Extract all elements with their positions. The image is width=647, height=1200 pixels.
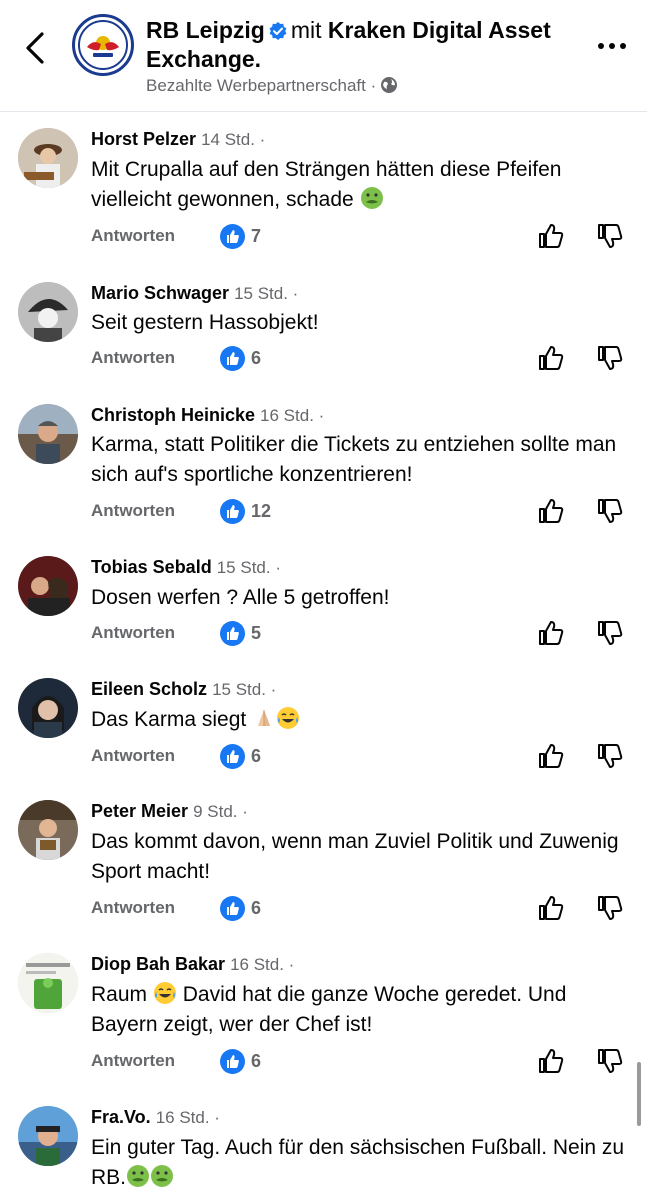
comment-author[interactable]: Fra.Vo. 16 Std. · [91,1107,220,1128]
thumbs-up-icon[interactable] [537,222,565,250]
avatar[interactable] [18,678,78,738]
thumbs-down-icon[interactable] [596,344,624,372]
comment-time: 16 Std. · [260,406,325,425]
thumbs-up-icon[interactable] [537,497,565,525]
folded-hands-emoji-icon [258,710,271,726]
like-count: 6 [251,1051,262,1071]
comment-text: Das kommt davon, wenn man Zuviel Politik… [91,830,619,883]
reply-button[interactable]: Antworten [91,746,175,766]
thumbs-down-icon[interactable] [596,619,624,647]
comment-author[interactable]: Tobias Sebald 15 Std. · [91,557,281,578]
sponsored-text: Bezahlte Werbepartnerschaft · [146,76,377,95]
reply-button[interactable]: Antworten [91,1051,175,1071]
thumbs-up-icon[interactable] [537,344,565,372]
like-count: 5 [251,623,262,643]
comment-text: Dosen werfen ? Alle 5 getroffen! [91,586,390,609]
like-reaction-icon[interactable] [220,621,245,646]
thumbs-down-icon[interactable] [596,894,624,922]
avatar[interactable] [18,282,78,342]
comment-author[interactable]: Peter Meier 9 Std. · [91,801,248,822]
comment-author[interactable]: Diop Bah Bakar 16 Std. · [91,954,294,975]
comment-time: 16 Std. · [155,1108,220,1127]
comment-author[interactable]: Horst Pelzer 14 Std. · [91,129,265,150]
back-arrow-icon[interactable] [22,30,50,66]
like-count: 12 [251,501,272,521]
avatar[interactable] [18,800,78,860]
nauseated-face-emoji-icon [151,1165,174,1187]
thumbs-down-icon[interactable] [596,497,624,525]
like-reaction-icon[interactable] [220,346,245,371]
like-reaction-icon[interactable] [220,744,245,769]
comment-time: 15 Std. · [212,680,277,699]
scrollbar[interactable] [637,1062,641,1126]
reply-button[interactable]: Antworten [91,623,175,643]
comment-text: Ein guter Tag. Auch für den sächsischen … [91,1136,625,1189]
comment-time: 16 Std. · [230,955,295,974]
avatar[interactable] [18,1106,78,1166]
like-count: 6 [251,746,262,766]
page-logo-avatar[interactable] [72,14,134,76]
thumbs-up-icon[interactable] [537,619,565,647]
like-count: 7 [251,226,262,246]
comment-author[interactable]: Mario Schwager 15 Std. · [91,283,298,304]
thumbs-up-icon[interactable] [537,742,565,770]
comment-text: Karma, statt Politiker die Tickets zu en… [91,433,617,486]
like-reaction-icon[interactable] [220,896,245,921]
rb-leipzig-logo-icon [78,20,128,70]
verified-badge-icon [269,22,287,40]
avatar[interactable] [18,404,78,464]
avatar[interactable] [18,556,78,616]
like-reaction-icon[interactable] [220,499,245,524]
comment-time: 15 Std. · [216,558,281,577]
thumbs-up-icon[interactable] [537,1047,565,1075]
like-reaction-icon[interactable] [220,224,245,249]
thumbs-down-icon[interactable] [596,1047,624,1075]
comment-time: 14 Std. · [201,130,266,149]
avatar[interactable] [18,953,78,1013]
comment-text: Mit Crupalla auf den Strängen hätten die… [91,158,562,211]
comment-time: 15 Std. · [234,284,299,303]
reply-button[interactable]: Antworten [91,226,175,246]
title-connector: mit [290,17,322,43]
thumbs-up-icon[interactable] [537,894,565,922]
like-count: 6 [251,898,262,918]
nauseated-face-emoji-icon [360,187,383,209]
tears-of-joy-emoji-icon [277,707,300,729]
comment-text: Das Karma siegt [91,705,631,735]
post-title: RB Leipzig mit Kraken Digital Asset Exch… [146,16,576,74]
like-reaction-icon[interactable] [220,1049,245,1074]
avatar[interactable] [18,128,78,188]
comment-time: 9 Std. · [193,802,248,821]
page-name[interactable]: RB Leipzig [146,17,265,43]
nauseated-face-emoji-icon [127,1165,150,1187]
thumbs-down-icon[interactable] [596,742,624,770]
page-header: RB Leipzig mit Kraken Digital Asset Exch… [0,0,647,112]
reply-button[interactable]: Antworten [91,501,175,521]
globe-icon [381,77,398,93]
thumbs-down-icon[interactable] [596,222,624,250]
comment-author[interactable]: Christoph Heinicke 16 Std. · [91,405,324,426]
comment-text: Raum David hat die ganze Woche geredet. … [91,982,567,1036]
tears-of-joy-emoji-icon [153,982,176,1004]
more-options-icon[interactable] [596,36,628,56]
reply-button[interactable]: Antworten [91,348,175,368]
comment-text: Seit gestern Hassobjekt! [91,311,319,334]
sponsored-label: Bezahlte Werbepartnerschaft · [146,76,398,96]
reply-button[interactable]: Antworten [91,898,175,918]
like-count: 6 [251,348,262,368]
comment-author[interactable]: Eileen Scholz 15 Std. · [91,679,276,700]
